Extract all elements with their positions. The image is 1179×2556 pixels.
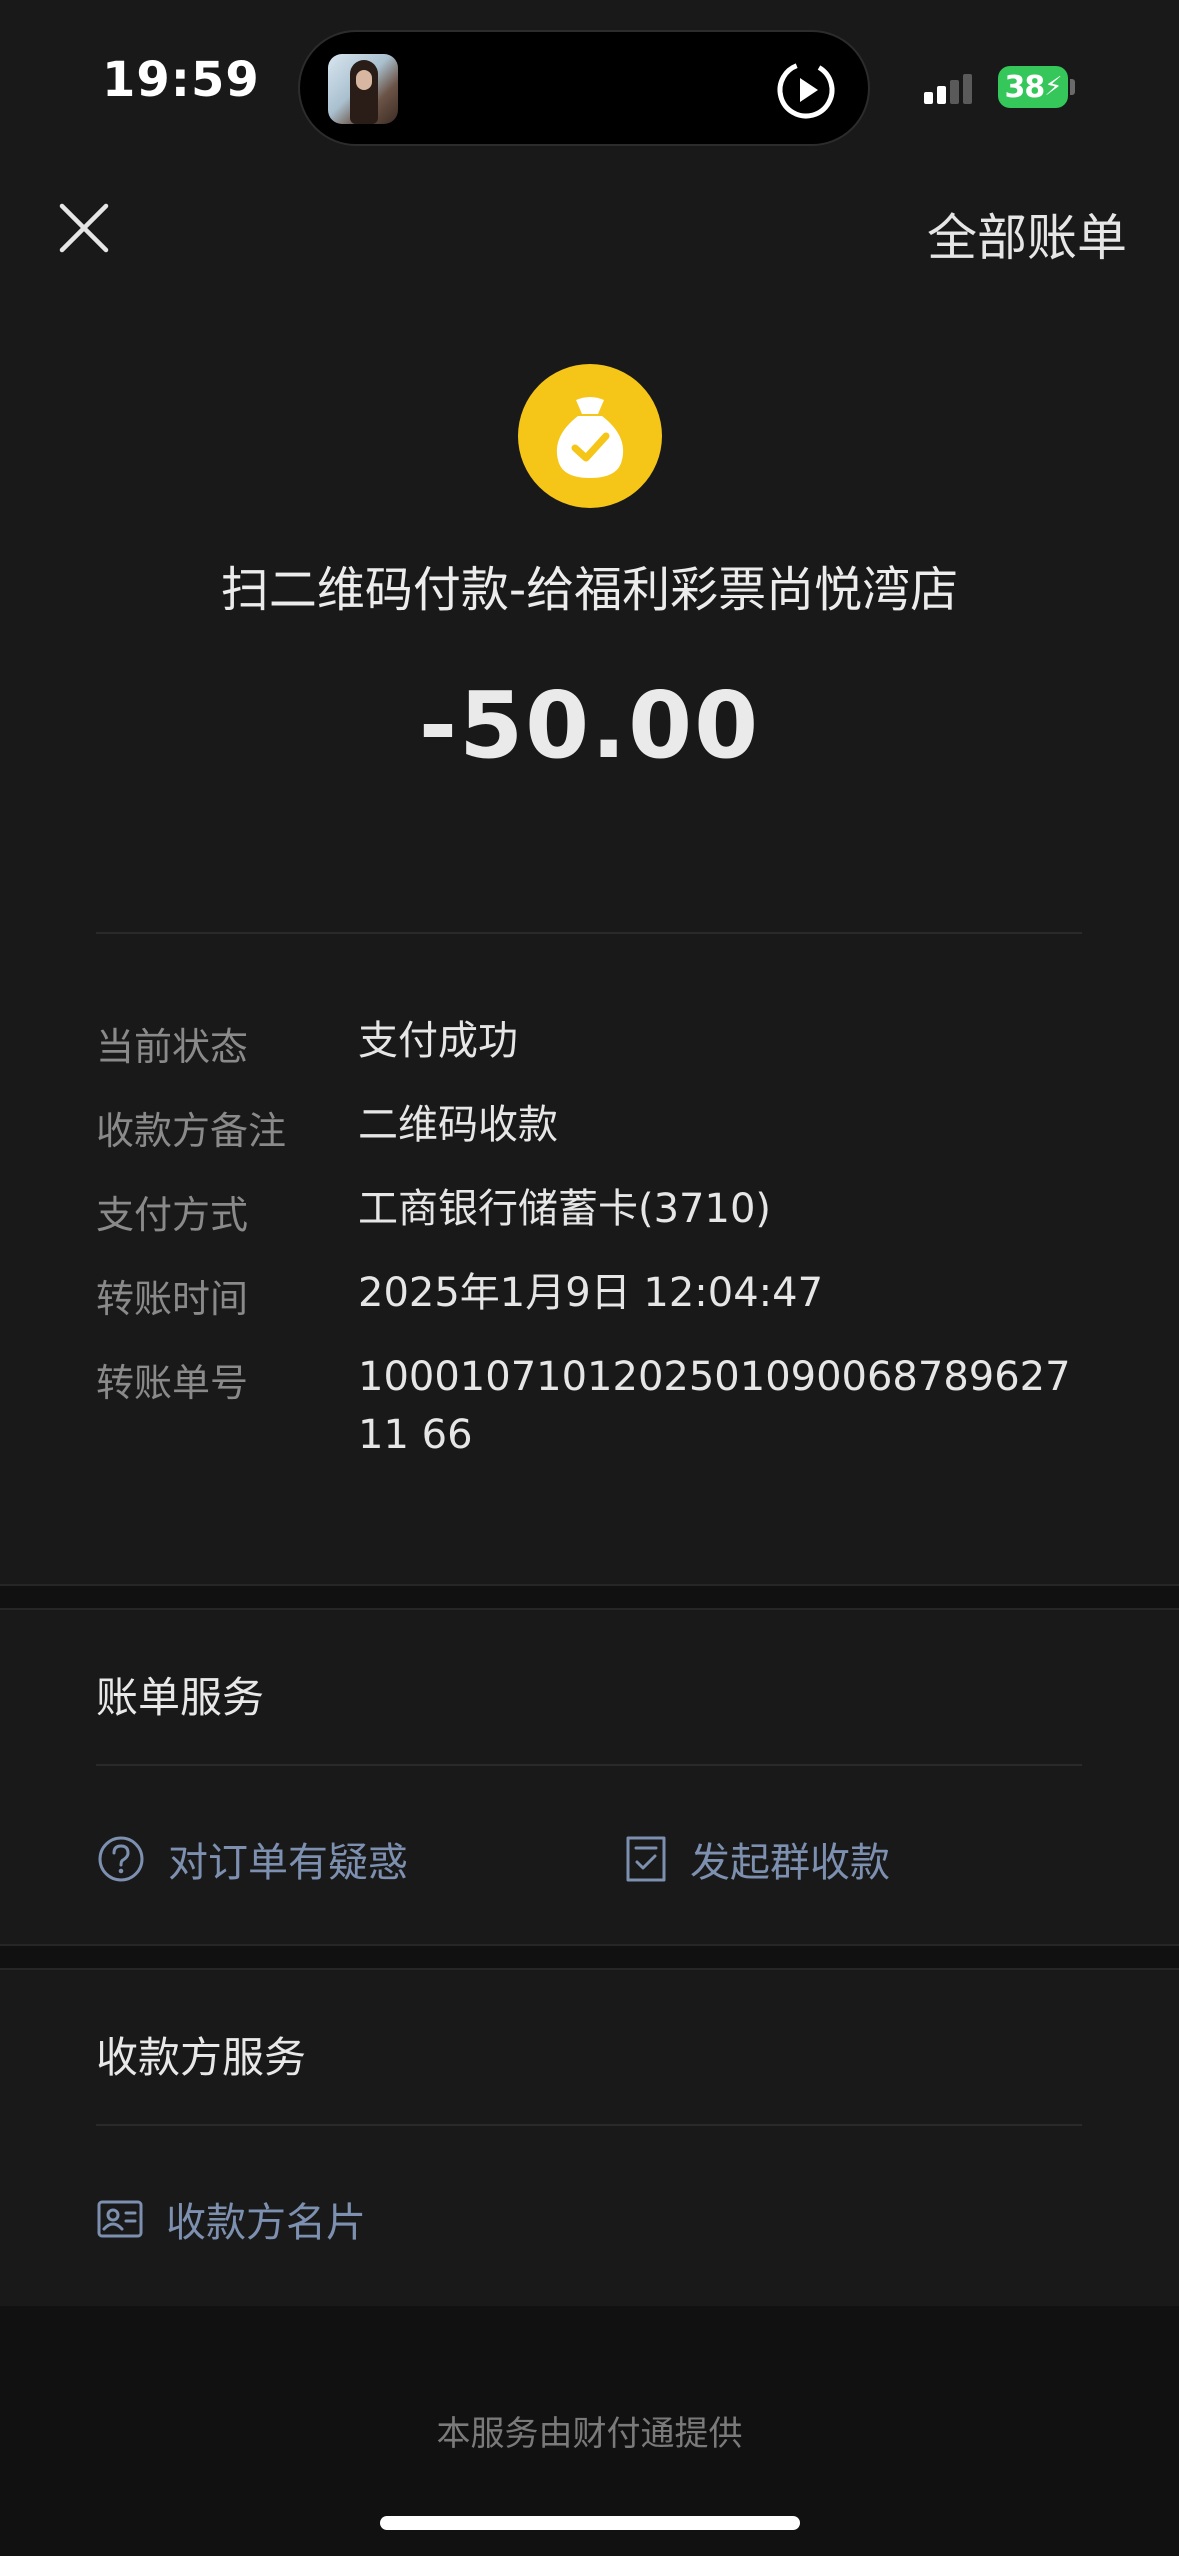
- contact-card-icon: [97, 2200, 143, 2238]
- play-icon[interactable]: [774, 58, 838, 122]
- battery-cap: [1070, 79, 1075, 95]
- all-bills-link[interactable]: 全部账单: [927, 198, 1127, 270]
- media-thumbnail: [328, 54, 398, 124]
- section-separator: [0, 1584, 1179, 1610]
- signal-icon: [924, 74, 972, 104]
- group-collect-link[interactable]: 发起群收款: [624, 1830, 890, 1888]
- order-question-link[interactable]: 对订单有疑惑: [96, 1830, 408, 1888]
- provider-text: 本服务由财付通提供: [436, 2414, 743, 2454]
- payee-card-label: 收款方名片: [166, 2200, 366, 2246]
- payment-amount: -50.00: [418, 672, 761, 779]
- divider: [96, 2124, 1082, 2126]
- detail-label-order-number: 转账单号: [96, 1361, 249, 1405]
- divider: [96, 932, 1082, 934]
- bill-detail-page: 19:59 38 ⚡ 全部账单 扫二维码付款-给福利彩票尚悦湾店 -50.00: [0, 0, 1179, 2556]
- dynamic-island[interactable]: [298, 30, 870, 146]
- merchant-title: 扫二维码付款-给福利彩票尚悦湾店: [220, 562, 959, 618]
- group-collect-label: 发起群收款: [690, 1840, 890, 1886]
- battery-level: 38: [1004, 69, 1045, 105]
- status-time: 19:59: [102, 52, 260, 108]
- detail-value-payment-method: 工商银行储蓄卡(3710): [358, 1186, 772, 1232]
- divider: [96, 1764, 1082, 1766]
- battery-icon: 38 ⚡: [998, 66, 1068, 108]
- question-circle-icon: [98, 1836, 144, 1882]
- payee-service-title: 收款方服务: [96, 2033, 307, 2082]
- receipt-icon: [626, 1836, 666, 1882]
- detail-label-time: 转账时间: [96, 1277, 249, 1321]
- close-icon[interactable]: [56, 200, 112, 256]
- section-separator: [0, 1944, 1179, 1970]
- detail-label-payment-method: 支付方式: [96, 1193, 249, 1237]
- order-question-label: 对订单有疑惑: [168, 1840, 408, 1886]
- detail-label-remark: 收款方备注: [96, 1109, 287, 1153]
- payee-card-link[interactable]: 收款方名片: [96, 2190, 366, 2248]
- charging-bolt-icon: ⚡: [1044, 72, 1062, 102]
- money-bag-check-icon: [518, 364, 662, 508]
- home-indicator[interactable]: [380, 2516, 800, 2530]
- detail-value-order-number: 100010710120250109006878962711 66: [358, 1354, 1071, 1458]
- detail-label-status: 当前状态: [96, 1025, 249, 1069]
- detail-value-remark: 二维码收款: [358, 1102, 558, 1148]
- bill-service-title: 账单服务: [96, 1673, 265, 1722]
- detail-value-status: 支付成功: [358, 1018, 518, 1064]
- detail-value-time: 2025年1月9日 12:04:47: [358, 1270, 824, 1316]
